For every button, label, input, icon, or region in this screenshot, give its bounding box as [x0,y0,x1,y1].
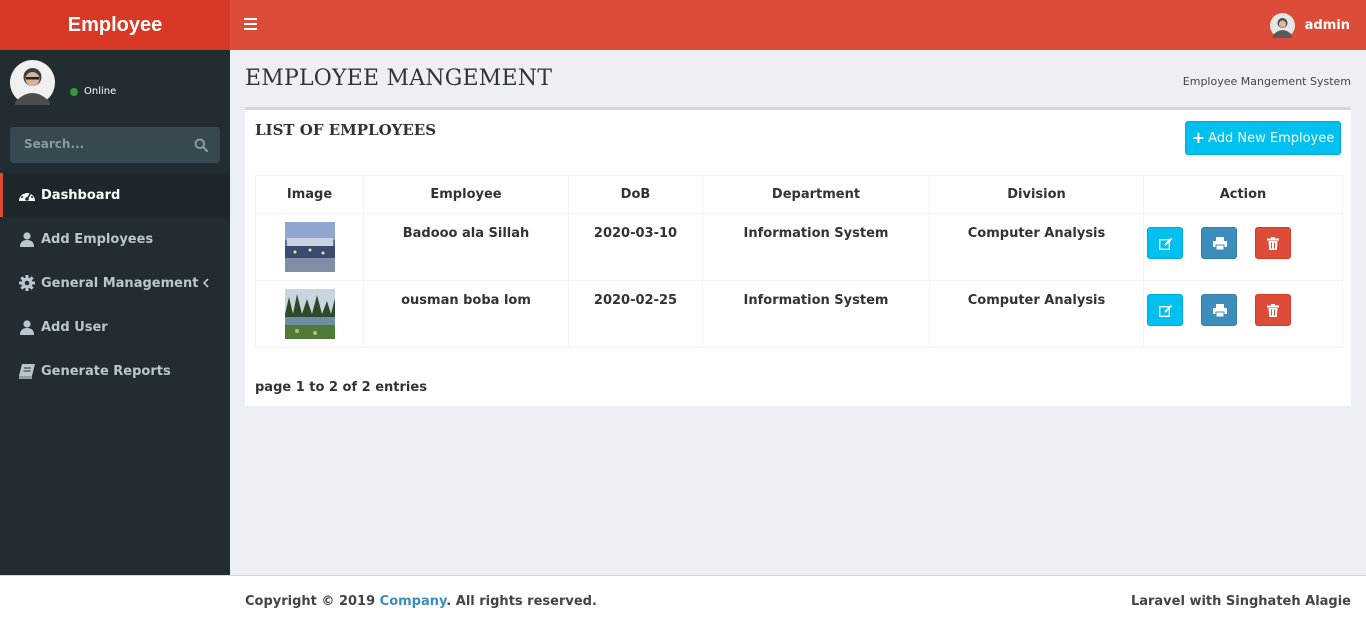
online-dot-icon [70,87,78,96]
trash-icon [1267,237,1279,250]
company-link[interactable]: Company [380,594,447,609]
trash-icon [1267,304,1279,317]
image-cell [255,213,364,281]
column-header-image: Image [255,175,364,214]
employee-division: Computer Analysis [929,213,1144,281]
footer-credit: Laravel with Singhateh Alagie [1130,594,1351,609]
sidebar-item-add-employees[interactable]: Add Employees [0,217,230,261]
search-input[interactable] [24,137,184,151]
status-label: Online [84,86,117,97]
image-cell [255,280,364,348]
top-navbar: admin [230,0,1366,50]
user-avatar [10,60,55,105]
sidebar-item-dashboard[interactable]: Dashboard [0,173,230,217]
employee-name: ousman boba lom [363,280,569,348]
table-header-row: Image Employee DoB Department Division A… [255,175,1343,214]
employee-name: Badooo ala Sillah [363,213,569,281]
sidebar-item-add-user[interactable]: Add User [0,305,230,349]
delete-button[interactable] [1255,294,1291,326]
column-header-employee: Employee [363,175,569,214]
edit-icon [1159,237,1173,250]
brand-logo[interactable]: Employee [0,0,230,50]
print-icon [1213,304,1227,317]
employees-box: LIST OF EMPLOYEES + Add New Employee Ima… [245,107,1351,406]
online-status: Online [70,86,116,97]
print-icon [1213,237,1227,250]
gear-icon [18,275,36,291]
employee-division: Computer Analysis [929,280,1144,348]
print-button[interactable] [1201,294,1237,326]
action-cell [1143,213,1343,281]
sidebar-menu: Dashboard Add Employees General Manageme… [0,173,230,393]
employee-department: Information System [702,280,930,348]
sidebar-item-label: Dashboard [41,187,121,203]
column-header-dob: DoB [568,175,703,214]
copyright-suffix: . All rights reserved. [446,594,597,609]
page-title: EMPLOYEE MANGEMENT [245,66,553,91]
sidebar-item-label: Add User [41,319,108,335]
breadcrumb: Employee Mangement System [1182,75,1351,88]
plus-icon: + [1191,128,1206,147]
table-row: ousman boba lom 2020-02-25 Information S… [255,280,1343,348]
pagination-info: page 1 to 2 of 2 entries [255,380,427,395]
dashboard-icon [18,187,36,203]
column-header-department: Department [702,175,930,214]
sidebar-item-general-management[interactable]: General Management [0,261,230,305]
employee-department: Information System [702,213,930,281]
box-title: LIST OF EMPLOYEES [255,121,437,139]
employee-dob: 2020-02-25 [568,280,703,348]
sidebar-item-label: General Management [41,275,199,291]
employee-dob: 2020-03-10 [568,213,703,281]
column-header-action: Action [1143,175,1343,214]
chevron-left-icon [202,278,209,288]
copyright: Copyright © 2019 Company. All rights res… [245,594,597,609]
footer: Copyright © 2019 Company. All rights res… [0,575,1366,627]
print-button[interactable] [1201,227,1237,259]
sidebar-item-label: Add Employees [41,231,154,247]
employee-photo [284,289,335,339]
add-new-employee-button[interactable]: + Add New Employee [1185,121,1341,155]
menu-toggle-icon[interactable] [244,18,257,32]
employees-table: Image Employee DoB Department Division A… [255,175,1343,348]
sidebar-item-generate-reports[interactable]: Generate Reports [0,349,230,393]
sidebar-search [10,127,220,163]
table-row: Badooo ala Sillah 2020-03-10 Information… [255,213,1343,281]
employee-photo [284,222,335,272]
add-button-label: Add New Employee [1208,130,1335,146]
edit-icon [1159,304,1173,317]
edit-button[interactable] [1147,227,1183,259]
edit-button[interactable] [1147,294,1183,326]
sidebar: Online Dashboard Add Employees General M [0,50,230,575]
delete-button[interactable] [1255,227,1291,259]
user-icon [18,231,36,247]
admin-avatar [1269,13,1295,38]
search-icon[interactable] [194,138,208,152]
sidebar-item-label: Generate Reports [41,363,171,379]
book-icon [18,363,36,379]
user-icon [18,319,36,335]
user-menu[interactable]: admin [1269,13,1350,38]
copyright-prefix: Copyright © 2019 [245,594,380,609]
action-cell [1143,280,1343,348]
admin-username: admin [1304,18,1350,33]
column-header-division: Division [929,175,1144,214]
